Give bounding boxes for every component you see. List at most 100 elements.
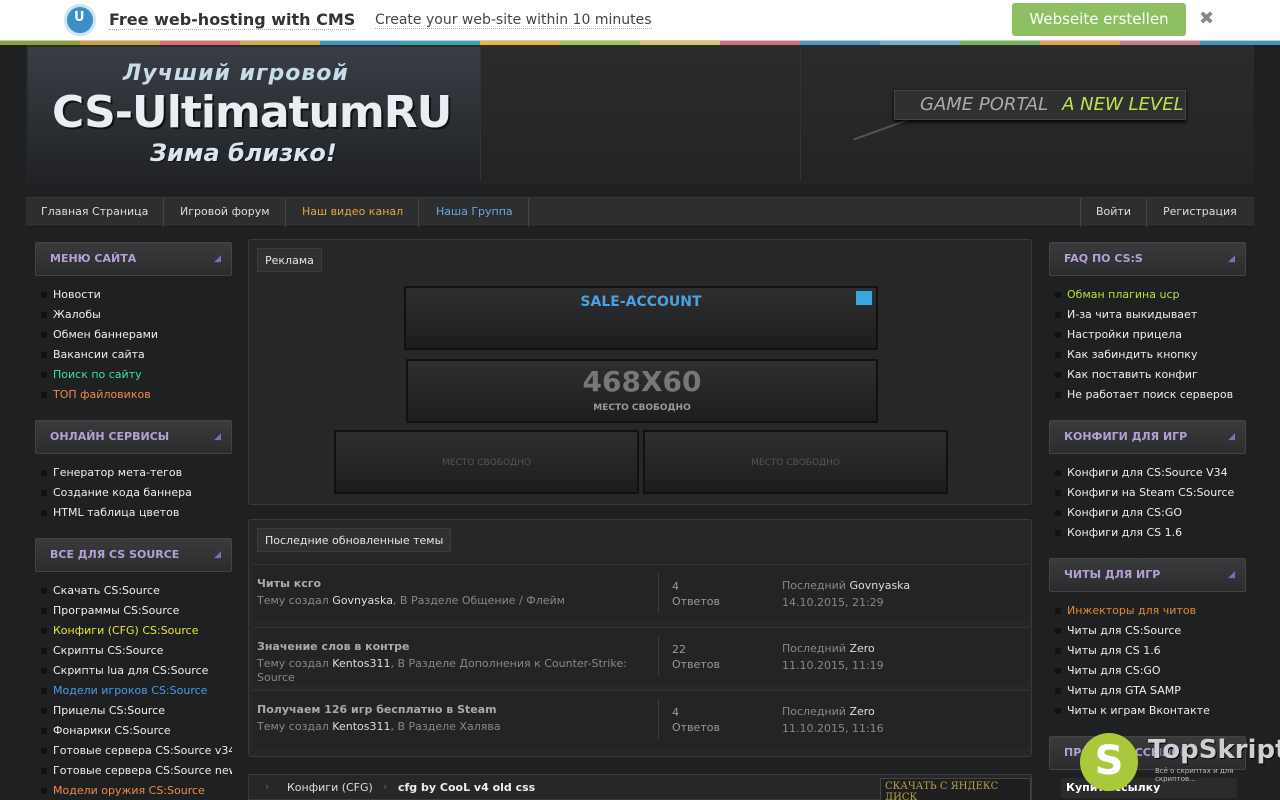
register-link[interactable]: Регистрация (1148, 198, 1252, 227)
cs-source-item[interactable]: Скачать CS:Source (35, 581, 232, 601)
topic-title[interactable]: Значение слов в контре (257, 640, 410, 653)
topic-row[interactable]: Получаем 126 игр бесплатно в Steam Тему с… (253, 690, 1029, 748)
nav-group[interactable]: Наша Группа (421, 198, 529, 227)
hosting-logo-icon[interactable]: U (64, 4, 96, 36)
site-menu-item[interactable]: Обмен баннерами (35, 325, 232, 345)
faq-item[interactable]: Как поставить конфиг (1049, 365, 1246, 385)
cheat-item[interactable]: Читы к играм Вконтакте (1049, 701, 1246, 721)
last-post-user[interactable]: Govnyaska (849, 579, 910, 592)
faq-item[interactable]: Не работает поиск серверов (1049, 385, 1246, 405)
corner-arrow-icon: ◢ (1228, 254, 1235, 264)
topic-author[interactable]: Kentos311 (332, 657, 390, 670)
cart-icon (856, 291, 872, 305)
promo-headline[interactable]: Free web-hosting with CMS (109, 10, 356, 30)
cheat-item[interactable]: Читы для CS:GO (1049, 661, 1246, 681)
cs-source-item[interactable]: Модели игроков CS:Source (35, 681, 232, 701)
cs-source-item[interactable]: Конфиги (CFG) CS:Source (35, 621, 232, 641)
nav-forum[interactable]: Игровой форум (165, 198, 286, 227)
topskript-tagline: Всё о скриптах и для скриптов... (1155, 767, 1234, 783)
cheat-item[interactable]: Читы для GTA SAMP (1049, 681, 1246, 701)
ad-size-text: 468X60 (582, 365, 702, 398)
post-title[interactable]: cfg by CooL v4 old css (398, 781, 535, 794)
online-service-item[interactable]: Генератор мета-тегов (35, 463, 232, 483)
cheat-item[interactable]: Читы для CS:Source (1049, 621, 1246, 641)
promo-subline[interactable]: Create your web-site within 10 minutes (375, 12, 652, 29)
topic-title[interactable]: Получаем 126 игр бесплатно в Steam (257, 703, 497, 716)
topskript-watermark[interactable]: S TopSkript Всё о скриптах и для скрипто… (1080, 733, 1280, 793)
site-menu-item[interactable]: ТОП файловиков (35, 385, 232, 405)
last-post-user[interactable]: Zero (849, 642, 874, 655)
online-services-list: Генератор мета-тегов Создание кода баннер… (35, 463, 232, 523)
topic-author[interactable]: Govnyaska (332, 594, 393, 607)
site-menu-item[interactable]: Поиск по сайту (35, 365, 232, 385)
create-website-button[interactable]: Webseite erstellen (1012, 3, 1186, 36)
faq-title[interactable]: FAQ ПО CS:S ◢ (1049, 242, 1246, 276)
faq-item[interactable]: Настройки прицела (1049, 325, 1246, 345)
nav-video-channel[interactable]: Наш видео канал (287, 198, 420, 227)
topic-meta: Тему создал Kentos311, В Разделе Дополне… (257, 657, 647, 685)
config-item[interactable]: Конфиги для CS:Source V34 (1049, 463, 1246, 483)
ad-banner-sale-account[interactable]: SALE-ACCOUNT (404, 286, 878, 350)
online-service-item[interactable]: HTML таблица цветов (35, 503, 232, 523)
yandex-download-button[interactable]: СКАЧАТЬ С ЯНДЕКС ДИСК (880, 778, 1031, 800)
last-post-label: Последний (782, 705, 846, 718)
config-item[interactable]: Конфиги для CS 1.6 (1049, 523, 1246, 543)
hosting-logo-letter: U (74, 10, 85, 25)
cheats-title[interactable]: ЧИТЫ ДЛЯ ИГР ◢ (1049, 558, 1246, 592)
cs-source-item[interactable]: Готовые сервера CS:Source v34 (35, 741, 232, 761)
header-divider (800, 45, 801, 181)
online-service-item[interactable]: Создание кода баннера (35, 483, 232, 503)
right-sidebar: FAQ ПО CS:S ◢ Обман плагина ucp И-за чита … (1049, 242, 1246, 798)
site-menu-item[interactable]: Вакансии сайта (35, 345, 232, 365)
reply-count-label: Ответов (672, 658, 720, 671)
column-divider (658, 699, 659, 739)
reply-count-label: Ответов (672, 721, 720, 734)
cheat-item[interactable]: Читы для CS 1.6 (1049, 641, 1246, 661)
new-level-text: A NEW LEVEL (1062, 94, 1184, 115)
close-icon[interactable]: ✖ (1199, 8, 1214, 29)
last-post: Последний Zero 11.10.2015, 11:19 (782, 640, 884, 674)
configs-title[interactable]: КОНФИГИ ДЛЯ ИГР ◢ (1049, 420, 1246, 454)
ad-slot-right[interactable]: МЕСТО СВОБОДНО (643, 430, 948, 494)
ad-slot-left[interactable]: МЕСТО СВОБОДНО (334, 430, 639, 494)
cs-source-title[interactable]: ВСЕ ДЛЯ CS SOURCE ◢ (35, 538, 232, 572)
reply-count-value: 4 (672, 706, 679, 719)
faq-item[interactable]: Обман плагина ucp (1049, 285, 1246, 305)
topic-row[interactable]: Значение слов в контре Тему создал Kentos… (253, 627, 1029, 685)
topic-section[interactable]: , В Разделе Общение / Флейм (393, 594, 565, 607)
column-divider (658, 636, 659, 676)
cheat-item[interactable]: Инжекторы для читов (1049, 601, 1246, 621)
online-services-title[interactable]: ОНЛАЙН СЕРВИСЫ ◢ (35, 420, 232, 454)
faq-item[interactable]: Как забиндить кнопку (1049, 345, 1246, 365)
config-item[interactable]: Конфиги на Steam CS:Source (1049, 483, 1246, 503)
last-post-user[interactable]: Zero (849, 705, 874, 718)
hosting-promo-bar: U Free web-hosting with CMS Create your … (0, 0, 1280, 41)
cs-source-item[interactable]: Модели оружия CS:Source (35, 781, 232, 800)
site-menu-item[interactable]: Жалобы (35, 305, 232, 325)
site-menu-list: Новости Жалобы Обмен баннерами Вакансии сай… (35, 285, 232, 405)
topic-title[interactable]: Читы ксго (257, 577, 321, 590)
site-logo-banner[interactable]: Лучший игровой CS-UltimatumRU Зима близк… (28, 47, 480, 183)
site-menu-item[interactable]: Новости (35, 285, 232, 305)
faq-item[interactable]: И-за чита выкидывает (1049, 305, 1246, 325)
ad-free-text: МЕСТО СВОБОДНО (593, 403, 691, 413)
cs-source-item[interactable]: Скрипты CS:Source (35, 641, 232, 661)
cs-source-item[interactable]: Скрипты lua для CS:Source (35, 661, 232, 681)
ads-label: Реклама (257, 248, 322, 272)
reply-count: 4 Ответов (672, 579, 720, 609)
cs-source-item[interactable]: Фонарики CS:Source (35, 721, 232, 741)
cs-source-item[interactable]: Программы CS:Source (35, 601, 232, 621)
ad-slot-468x60[interactable]: 468X60 МЕСТО СВОБОДНО (406, 359, 878, 423)
login-link[interactable]: Войти (1080, 198, 1147, 227)
topic-author[interactable]: Kentos311 (332, 720, 390, 733)
cs-source-item[interactable]: Прицелы CS:Source (35, 701, 232, 721)
category-crumb[interactable]: Конфиги (CFG) (287, 781, 373, 794)
ad-free-text: МЕСТО СВОБОДНО (751, 458, 840, 468)
nav-home[interactable]: Главная Страница (26, 198, 165, 227)
banner-line-3: Зима близко! (150, 139, 337, 167)
site-menu-title[interactable]: МЕНЮ САЙТА ◢ (35, 242, 232, 276)
config-item[interactable]: Конфиги для CS:GO (1049, 503, 1246, 523)
topic-row[interactable]: Читы ксго Тему создал Govnyaska, В Раздел… (253, 564, 1029, 622)
topic-section[interactable]: , В Разделе Халява (390, 720, 500, 733)
cs-source-item[interactable]: Готовые сервера CS:Source new (35, 761, 232, 781)
